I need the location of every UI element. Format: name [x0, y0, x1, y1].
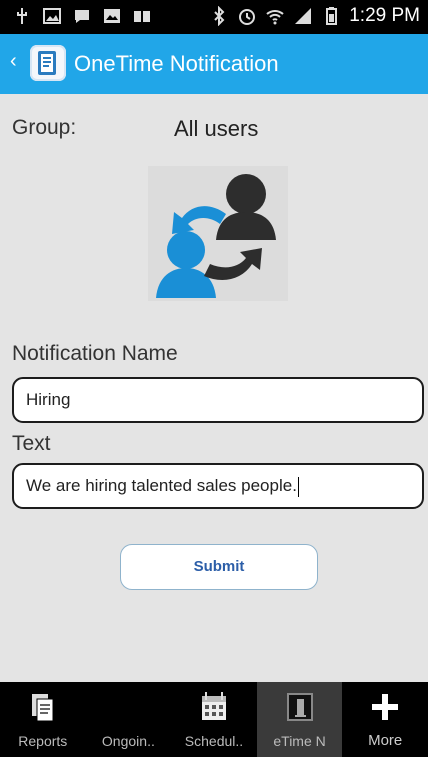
- gallery-icon: [42, 6, 62, 26]
- group-value[interactable]: All users: [174, 116, 258, 142]
- tab-onetime[interactable]: eTime N: [256, 682, 343, 757]
- chat-icon: [72, 6, 92, 26]
- wifi-icon: [265, 6, 285, 26]
- signal-icon: [293, 6, 313, 26]
- tab-label: Reports: [18, 733, 68, 749]
- notification-name-label: Notification Name: [12, 342, 178, 365]
- reports-icon: [28, 690, 58, 724]
- notification-name-value: Hiring: [26, 390, 71, 409]
- text-cursor: [297, 476, 299, 497]
- tab-label: Schedul..: [184, 733, 244, 749]
- plus-icon: [370, 690, 400, 724]
- status-time: 1:29 PM: [349, 5, 420, 26]
- tab-label: eTime N: [273, 733, 326, 749]
- back-chevron-icon[interactable]: ‹: [10, 50, 17, 73]
- battery-icon: [321, 6, 341, 26]
- app-logo-icon[interactable]: [30, 45, 66, 81]
- picture-icon: [102, 6, 122, 26]
- submit-button[interactable]: Submit: [120, 544, 318, 590]
- bottom-nav: Reports Ongoin.. Schedul.. eTime N More: [0, 682, 428, 757]
- tab-more[interactable]: More: [342, 682, 428, 757]
- book-icon: [132, 6, 152, 26]
- tab-ongoing[interactable]: Ongoin..: [86, 682, 172, 757]
- text-label: Text: [12, 432, 51, 455]
- app-bar: ‹ OneTime Notification: [0, 34, 428, 94]
- onetime-icon: [285, 690, 315, 724]
- tab-reports[interactable]: Reports: [0, 682, 86, 757]
- text-input[interactable]: We are hiring talented sales people.: [12, 463, 424, 509]
- tab-label: Ongoin..: [101, 733, 155, 749]
- group-label: Group:: [12, 116, 77, 139]
- bluetooth-icon: [209, 5, 229, 27]
- tab-scheduled[interactable]: Schedul..: [171, 682, 257, 757]
- app-title: OneTime Notification: [74, 51, 279, 76]
- alarm-icon: [237, 6, 257, 26]
- users-switch-icon: [148, 166, 288, 301]
- notification-name-input[interactable]: Hiring: [12, 377, 424, 423]
- text-value: We are hiring talented sales people.: [26, 476, 297, 495]
- status-bar-right: 1:29 PM: [209, 5, 420, 27]
- status-bar-left-icons: [12, 6, 152, 26]
- usb-icon: [12, 6, 32, 26]
- status-bar: 1:29 PM: [0, 0, 428, 34]
- tab-label: More: [368, 732, 403, 749]
- calendar-icon: [199, 690, 229, 724]
